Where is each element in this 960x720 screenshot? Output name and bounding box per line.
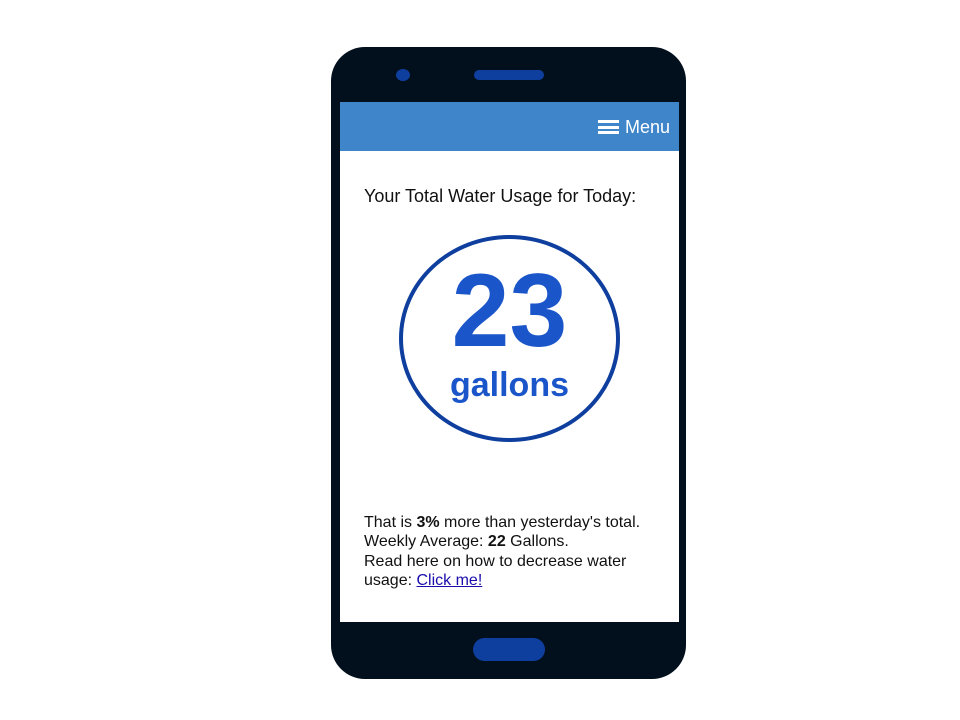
usage-details: That is 3% more than yesterday's total. … [364, 513, 664, 590]
comparison-suffix: more than yesterday's total. [439, 514, 641, 531]
menu-button[interactable]: Menu [597, 116, 670, 138]
earpiece-speaker [474, 70, 544, 80]
usage-unit: gallons [449, 366, 570, 404]
usage-title: Your Total Water Usage for Today: [364, 186, 637, 206]
app-header: Menu [340, 102, 679, 151]
weekly-average-value: 22 [487, 533, 506, 551]
hamburger-icon [597, 120, 619, 134]
tips-text: Read here on how to decrease water usage… [364, 552, 627, 589]
comparison-percent: 3% [416, 514, 440, 531]
phone-frame: Menu Your Total Water Usage for Today: 2… [331, 47, 686, 679]
menu-label: Menu [624, 116, 670, 137]
usage-circle: 23 gallons [399, 235, 620, 442]
weekly-average-prefix: Weekly Average: [364, 533, 488, 551]
home-button[interactable] [473, 638, 545, 661]
weekly-average-line: Weekly Average: 22 Gallons. [364, 532, 664, 551]
tips-line: Read here on how to decrease water usage… [364, 552, 664, 591]
front-camera [396, 69, 410, 81]
usage-value: 23 [451, 253, 568, 369]
tips-link[interactable]: Click me! [416, 572, 482, 589]
app-screen: Menu Your Total Water Usage for Today: 2… [340, 102, 679, 622]
comparison-line: That is 3% more than yesterday's total. [364, 513, 664, 532]
comparison-prefix: That is [364, 514, 417, 531]
weekly-average-suffix: Gallons. [505, 533, 569, 551]
